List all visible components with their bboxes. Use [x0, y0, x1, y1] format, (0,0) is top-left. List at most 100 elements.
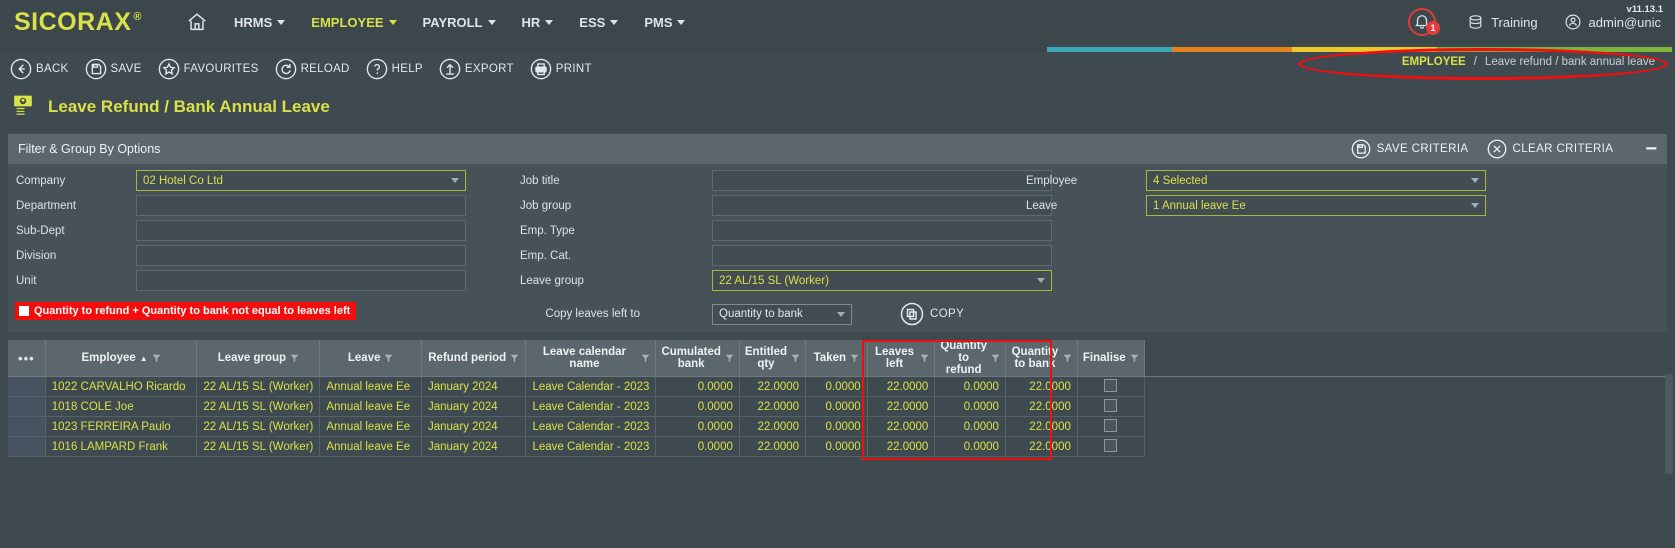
filter-funnel-icon[interactable] — [510, 354, 519, 363]
environment-indicator[interactable]: Training — [1467, 14, 1538, 31]
cell-employee: 1018 COLE Joe — [45, 396, 198, 418]
column-header-cumulated-bank[interactable]: Cumulated bank — [655, 340, 740, 378]
filter-input-job-title[interactable] — [712, 170, 1052, 191]
filter-value: 1 Annual leave Ee — [1153, 199, 1246, 212]
filter-funnel-icon[interactable] — [641, 354, 650, 363]
vertical-scrollbar[interactable] — [1665, 374, 1673, 474]
table-row[interactable]: 1018 COLE Joe 22 AL/15 SL (Worker) Annual … — [8, 396, 1667, 418]
cell-quantity-to-bank: 22.0000 — [1005, 376, 1078, 398]
cell-entitled-qty: 22.0000 — [739, 436, 807, 458]
filter-label: Emp. Type — [520, 224, 575, 237]
filter-panel-header: Filter & Group By Options SAVE CRITERIA … — [8, 134, 1667, 164]
filter-funnel-icon[interactable] — [791, 354, 800, 363]
column-header-finalise[interactable]: Finalise — [1077, 340, 1145, 378]
row-selector-cell[interactable] — [8, 436, 46, 458]
filter-input-department[interactable] — [136, 195, 466, 216]
copy-button[interactable]: COPY — [900, 302, 964, 326]
cell-finalise[interactable] — [1077, 416, 1145, 438]
finalise-checkbox[interactable] — [1104, 418, 1118, 432]
column-header-taken[interactable]: Taken — [805, 340, 868, 378]
filter-input-company[interactable]: 02 Hotel Co Ltd — [136, 170, 466, 191]
filter-input-emp-type[interactable] — [712, 220, 1052, 241]
filter-funnel-icon[interactable] — [152, 354, 161, 363]
cell-finalise[interactable] — [1077, 396, 1145, 418]
nav-item-employee[interactable]: EMPLOYEE — [311, 15, 397, 30]
column-header-quantity-to-refund[interactable]: Quantity to refund — [934, 340, 1006, 378]
filter-input-division[interactable] — [136, 245, 466, 266]
nav-item-pms[interactable]: PMS — [644, 15, 686, 30]
column-header-entitled-qty[interactable]: Entitled qty — [739, 340, 807, 378]
user-account-menu[interactable]: admin@unic — [1564, 13, 1661, 31]
cell-leave: Annual leave Ee — [319, 376, 422, 398]
save-button[interactable]: SAVE — [85, 58, 142, 80]
row-selector-cell[interactable] — [8, 376, 46, 398]
cell-taken: 0.0000 — [805, 436, 868, 458]
clear-criteria-button[interactable]: CLEAR CRITERIA — [1487, 139, 1614, 159]
reload-button[interactable]: RELOAD — [275, 58, 350, 80]
filter-input-leave-group[interactable]: 22 AL/15 SL (Worker) — [712, 270, 1052, 291]
filter-funnel-icon[interactable] — [384, 354, 393, 363]
column-options-button[interactable]: ••• — [8, 340, 46, 378]
finalise-checkbox[interactable] — [1104, 398, 1118, 412]
nav-item-hrms[interactable]: HRMS — [234, 15, 286, 30]
refresh-icon — [275, 58, 296, 80]
help-button[interactable]: HELP — [366, 58, 423, 80]
column-header-quantity-to-bank[interactable]: Quantity to bank — [1005, 340, 1078, 378]
filter-input-job-group[interactable] — [712, 195, 1052, 216]
nav-item-hr[interactable]: HR — [522, 15, 554, 30]
finalise-checkbox[interactable] — [1104, 378, 1118, 392]
nav-item-payroll[interactable]: PAYROLL — [423, 15, 496, 30]
column-header-leaves-left[interactable]: Leaves left — [867, 340, 936, 378]
close-x-icon — [1487, 139, 1506, 159]
row-selector-cell[interactable] — [8, 416, 46, 438]
filter-funnel-icon[interactable] — [290, 354, 299, 363]
column-header-refund-period[interactable]: Refund period — [421, 340, 527, 378]
ellipsis-icon: ••• — [18, 350, 35, 366]
export-button[interactable]: EXPORT — [439, 58, 514, 80]
nav-item-ess[interactable]: ESS — [579, 15, 619, 30]
upload-arrow-icon — [439, 58, 461, 80]
chevron-down-icon — [1037, 278, 1045, 283]
app-logo[interactable]: SICORAX ® — [14, 9, 142, 35]
table-header-row: ••• Employee ▲ Leave group Leave Refund perio… — [8, 340, 1667, 378]
print-button[interactable]: PRINT — [530, 58, 592, 80]
breadcrumb-root[interactable]: EMPLOYEE — [1402, 56, 1466, 68]
filter-input-employee[interactable]: 4 Selected — [1146, 170, 1486, 191]
filter-input-sub-dept[interactable] — [136, 220, 466, 241]
column-header-label: Employee — [81, 352, 136, 365]
table-body: 1022 CARVALHO Ricardo 22 AL/15 SL (Worker… — [8, 376, 1667, 458]
copy-leaves-select[interactable]: Quantity to bank — [712, 303, 852, 325]
column-header-leave-group[interactable]: Leave group — [196, 340, 321, 378]
filter-input-emp-cat[interactable] — [712, 245, 1052, 266]
filter-funnel-icon[interactable] — [725, 354, 734, 363]
cell-leaves-left: 22.0000 — [867, 436, 936, 458]
chevron-down-icon — [277, 19, 286, 25]
filter-input-unit[interactable] — [136, 270, 466, 291]
cell-finalise[interactable] — [1077, 436, 1145, 458]
column-header-leave-calendar-name[interactable]: Leave calendar name — [525, 340, 657, 378]
save-criteria-button[interactable]: SAVE CRITERIA — [1351, 139, 1469, 159]
filter-funnel-icon[interactable] — [920, 354, 929, 363]
table-row[interactable]: 1016 LAMPARD Frank 22 AL/15 SL (Worker) An… — [8, 436, 1667, 458]
column-header-leave[interactable]: Leave — [319, 340, 422, 378]
filter-funnel-icon[interactable] — [850, 354, 859, 363]
cell-leave-calendar-name: Leave Calendar - 2023 — [525, 436, 657, 458]
filter-funnel-icon[interactable] — [1130, 354, 1139, 363]
column-header-employee[interactable]: Employee ▲ — [45, 340, 198, 378]
collapse-panel-button[interactable]: − — [1645, 139, 1657, 159]
table-row[interactable]: 1022 CARVALHO Ricardo 22 AL/15 SL (Worker… — [8, 376, 1667, 398]
home-icon[interactable] — [164, 11, 208, 33]
notifications-button[interactable]: 1 — [1407, 7, 1441, 37]
cell-finalise[interactable] — [1077, 376, 1145, 398]
warning-checkbox[interactable] — [19, 306, 29, 316]
filter-funnel-icon[interactable] — [991, 354, 1000, 363]
table-row[interactable]: 1023 FERREIRA Paulo 22 AL/15 SL (Worker) A… — [8, 416, 1667, 438]
filter-label: Leave — [1026, 199, 1058, 212]
row-selector-cell[interactable] — [8, 396, 46, 418]
favourites-button[interactable]: FAVOURITES — [158, 58, 259, 80]
filter-funnel-icon[interactable] — [1063, 354, 1072, 363]
printer-icon — [530, 58, 552, 80]
back-button[interactable]: BACK — [10, 58, 69, 80]
finalise-checkbox[interactable] — [1104, 438, 1118, 452]
filter-input-leave[interactable]: 1 Annual leave Ee — [1146, 195, 1486, 216]
